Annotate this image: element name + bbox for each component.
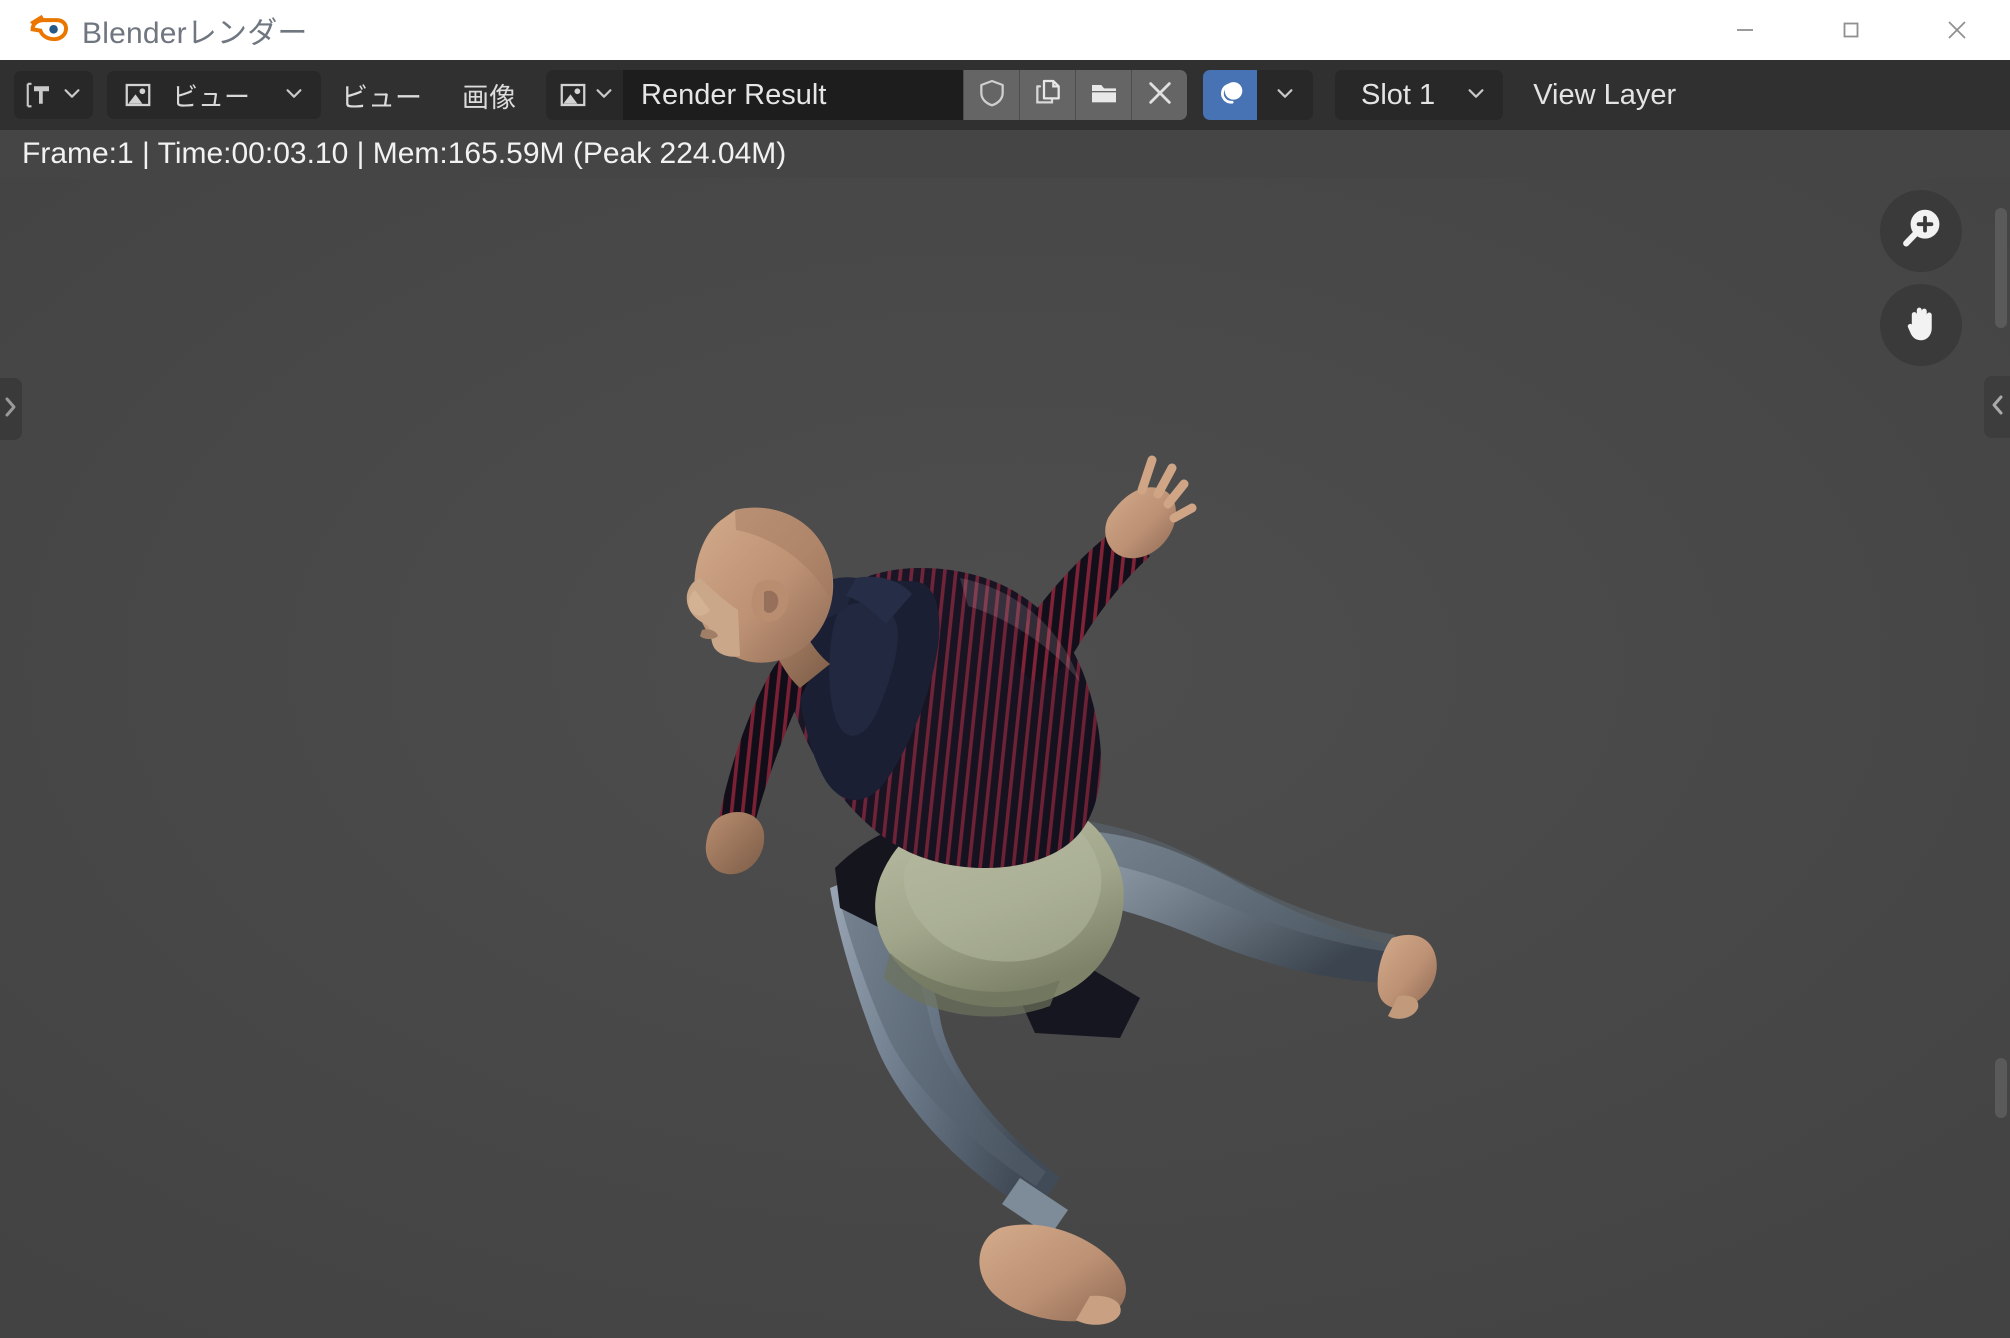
- new-image-button[interactable]: [1019, 70, 1076, 120]
- fake-user-button[interactable]: [963, 70, 1020, 120]
- chevron-down-icon: [61, 80, 83, 111]
- vertical-scrollbar[interactable]: [1995, 208, 2007, 328]
- close-icon: [1945, 18, 1969, 42]
- pan-button[interactable]: [1880, 284, 1962, 366]
- image-mode-selector[interactable]: ビュー: [107, 71, 322, 119]
- editor-type-selector[interactable]: [14, 71, 93, 119]
- chevron-down-icon: [283, 80, 305, 111]
- minimize-button[interactable]: [1692, 0, 1798, 60]
- blender-logo-icon: [0, 7, 69, 54]
- zoom-in-button[interactable]: [1880, 190, 1962, 272]
- rendered-image: [0, 178, 2010, 1338]
- display-channel-dropdown[interactable]: [1257, 70, 1314, 120]
- chevron-down-icon: [593, 82, 615, 109]
- copy-icon: [1032, 77, 1064, 114]
- title-bar: Blenderレンダー: [0, 0, 2010, 60]
- right-sidebar-toggle[interactable]: [1984, 376, 2010, 438]
- display-channel-group: Slot 1 View Layer: [1203, 70, 1687, 120]
- chevron-down-icon: [1465, 79, 1487, 112]
- image-editor-type-icon: [24, 80, 54, 110]
- unlink-button[interactable]: [1131, 70, 1188, 120]
- image-datablock-selector: Render Result: [546, 70, 1188, 120]
- image-icon: [123, 80, 153, 110]
- render-slot-selector[interactable]: Slot 1: [1335, 70, 1504, 120]
- shield-icon: [976, 77, 1008, 114]
- datablock-name-field[interactable]: Render Result: [623, 70, 964, 120]
- vertical-scrollbar-secondary[interactable]: [1995, 1058, 2007, 1118]
- editor-header-toolbar: ビュー ビュー 画像 Render Result Slot 1 View Lay…: [0, 60, 2010, 130]
- minimize-icon: [1734, 19, 1756, 41]
- chevron-down-icon: [1274, 82, 1296, 109]
- alpha-channel-icon: [1213, 76, 1247, 115]
- render-slot-label: Slot 1: [1361, 78, 1436, 111]
- view-menu[interactable]: ビュー: [321, 71, 442, 119]
- render-stats-bar: Frame:1 | Time:00:03.10 | Mem:165.59M (P…: [0, 130, 2010, 178]
- folder-icon: [1088, 77, 1120, 114]
- open-image-button[interactable]: [1075, 70, 1132, 120]
- datablock-browse-button[interactable]: [546, 70, 624, 120]
- maximize-button[interactable]: [1798, 0, 1904, 60]
- maximize-icon: [1840, 19, 1862, 41]
- close-button[interactable]: [1904, 0, 2010, 60]
- render-stats-text: Frame:1 | Time:00:03.10 | Mem:165.59M (P…: [22, 137, 787, 170]
- image-icon: [558, 80, 588, 110]
- chevron-left-icon: [1988, 392, 2006, 423]
- hand-icon: [1898, 300, 1944, 351]
- left-sidebar-toggle[interactable]: [0, 378, 22, 440]
- display-channel-button[interactable]: [1203, 70, 1258, 120]
- view-layer-label: View Layer: [1533, 78, 1677, 111]
- magnifier-plus-icon: [1897, 205, 1945, 258]
- view-layer-selector[interactable]: View Layer: [1523, 70, 1687, 120]
- window-controls: [1692, 0, 2010, 60]
- render-canvas[interactable]: [0, 178, 2010, 1338]
- close-x-icon: [1144, 77, 1176, 114]
- window-title: Blenderレンダー: [82, 17, 308, 50]
- image-menu[interactable]: 画像: [442, 71, 536, 119]
- chevron-right-icon: [2, 394, 20, 425]
- image-mode-label: ビュー: [172, 81, 251, 112]
